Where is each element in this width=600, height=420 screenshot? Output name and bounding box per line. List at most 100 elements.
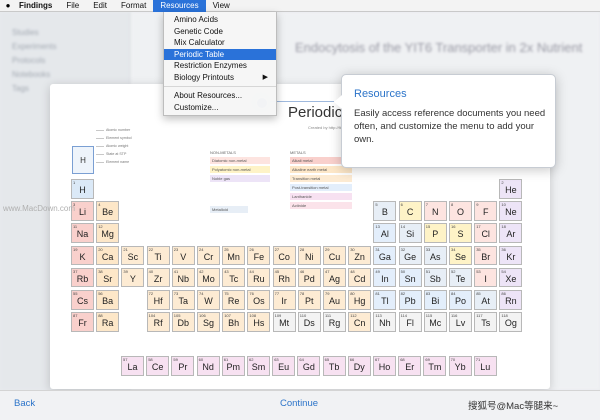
continue-button[interactable]: Continue [280,398,318,409]
element-cell-er: 68 Er [398,356,422,376]
menu-view[interactable]: View [206,0,237,12]
element-symbol: Db [177,318,190,329]
element-symbol: Ag [328,273,340,284]
element-symbol: Sr [103,273,113,284]
source-watermark: 搜狐号@Mac等腿来~ [468,401,559,412]
callout-title: Resources [354,88,407,100]
element-cell-ti: 22 Ti [146,245,170,266]
element-symbol: Li [78,207,86,218]
legend-key-label: Element name [106,160,130,164]
menu-edit[interactable]: Edit [86,0,114,12]
element-cell-sg: 106 Sg [197,312,220,332]
menu-item-about-resources[interactable]: About Resources... [164,90,276,102]
element-cell-h: 1H [71,179,94,199]
element-symbol: P [432,229,439,240]
element-cell-y: 39 Y [121,267,145,288]
element-symbol: Ga [378,251,391,262]
legend-key-leader [96,146,104,147]
element-cell-hs: 108 Hs [247,312,271,332]
element-symbol: Cn [353,318,366,329]
element-cell-nb: 41 Nb [171,267,195,288]
element-cell-i: 53 I [474,267,498,288]
element-symbol: F [482,207,489,218]
element-cell-cr: 24 Cr [197,245,220,266]
menu-item-customize[interactable]: Customize... [164,102,276,114]
element-symbol: Cs [77,296,88,306]
element-symbol: Be [102,207,114,218]
element-symbol: Ds [303,318,315,329]
app-menu[interactable]: Findings [16,0,59,12]
menu-file[interactable]: File [59,0,86,12]
element-cell-cu: 29 Cu [323,245,346,266]
element-symbol: B [381,207,388,218]
element-cell-sr: 38 Sr [96,267,120,288]
element-symbol: Sc [127,251,139,262]
element-symbol: S [457,229,464,240]
element-cell-zn: 30 Zn [348,245,372,266]
element-symbol: Co [278,251,290,262]
element-cell-br: 35 Br [474,245,498,266]
legend-key-label: State at STP [106,152,127,156]
element-symbol: Eu [278,362,290,372]
element-symbol: Hg [353,296,366,306]
metal-category: Actinide [290,202,352,209]
element-symbol: Os [253,296,265,306]
element-symbol: Bi [431,296,440,306]
nonmetal-category: Noble gas [210,175,270,182]
element-symbol: Se [454,251,466,262]
menu-item-biology-printouts[interactable]: Biology Printouts ▶ [164,72,276,84]
callout-tail [334,95,342,109]
element-symbol: Pb [404,296,416,306]
nonmetals-heading: NON-METALS [210,150,236,155]
resources-menu: Amino Acids Genetic Code Mix Calculator … [163,12,277,116]
element-cell-db: 105 Db [171,312,195,332]
element-cell-ce: 58 Ce [146,356,170,376]
submenu-arrow-icon: ▶ [262,73,268,81]
element-cell-hg: 80 Hg [348,290,372,310]
element-cell-p: 15 P [423,223,447,243]
element-cell-ge: 32 Ge [398,245,422,266]
element-cell-pd: 46 Pd [297,267,321,288]
element-cell-ra: 88 Ra [96,312,120,332]
back-button[interactable]: Back [14,398,35,409]
element-symbol: Ts [481,318,491,329]
element-cell-fr: 87 Fr [71,312,94,332]
metalloid-category: Metalloid [210,206,248,213]
element-cell-sc: 21 Sc [121,245,145,266]
element-symbol: Cd [353,273,366,284]
element-symbol: Po [454,296,466,306]
element-cell-mc: 115 Mc [423,312,447,332]
element-cell-k: 19 K [71,245,94,266]
element-symbol: Dy [353,362,365,372]
element-symbol: O [456,207,464,218]
element-symbol: Rn [505,296,517,306]
element-cell-rb: 37 Rb [71,267,94,288]
menu-item-amino-acids[interactable]: Amino Acids [164,14,276,26]
apple-icon[interactable]: ● [0,1,16,10]
element-cell-sn: 50 Sn [398,267,422,288]
menu-resources[interactable]: Resources [153,0,206,12]
element-cell-tb: 65 Tb [322,356,346,376]
bottom-bar: Back Continue 搜狐号@Mac等腿来~ [0,390,600,420]
site-watermark: www.MacDown.com [3,204,76,213]
menu-format[interactable]: Format [114,0,153,12]
element-cell-pr: 59 Pr [171,356,195,376]
element-cell-yb: 70 Yb [448,356,472,376]
legend-key-leader [96,162,104,163]
element-cell-re: 75 Re [222,290,246,310]
menu-item-periodic-table[interactable]: Periodic Table [164,48,276,60]
legend-key-label: Atomic weight [106,144,129,148]
menu-item-restriction-enzymes[interactable]: Restriction Enzymes [164,60,276,72]
element-cell-mg: 12 Mg [96,223,120,243]
background-sidebar-item: Experiments [12,42,57,51]
element-cell-f: 9F [474,201,498,221]
element-cell-at: 85 At [474,290,498,310]
element-symbol: At [481,296,490,306]
element-cell-ag: 47 Ag [323,267,346,288]
menu-item-genetic-code[interactable]: Genetic Code [164,26,276,38]
menu-item-mix-calculator[interactable]: Mix Calculator [164,37,276,49]
element-cell-cn: 112 Cn [348,312,372,332]
element-cell-ga: 31 Ga [373,245,397,266]
element-cell-ca: 20 Ca [96,245,120,266]
pointer-line [270,101,334,102]
